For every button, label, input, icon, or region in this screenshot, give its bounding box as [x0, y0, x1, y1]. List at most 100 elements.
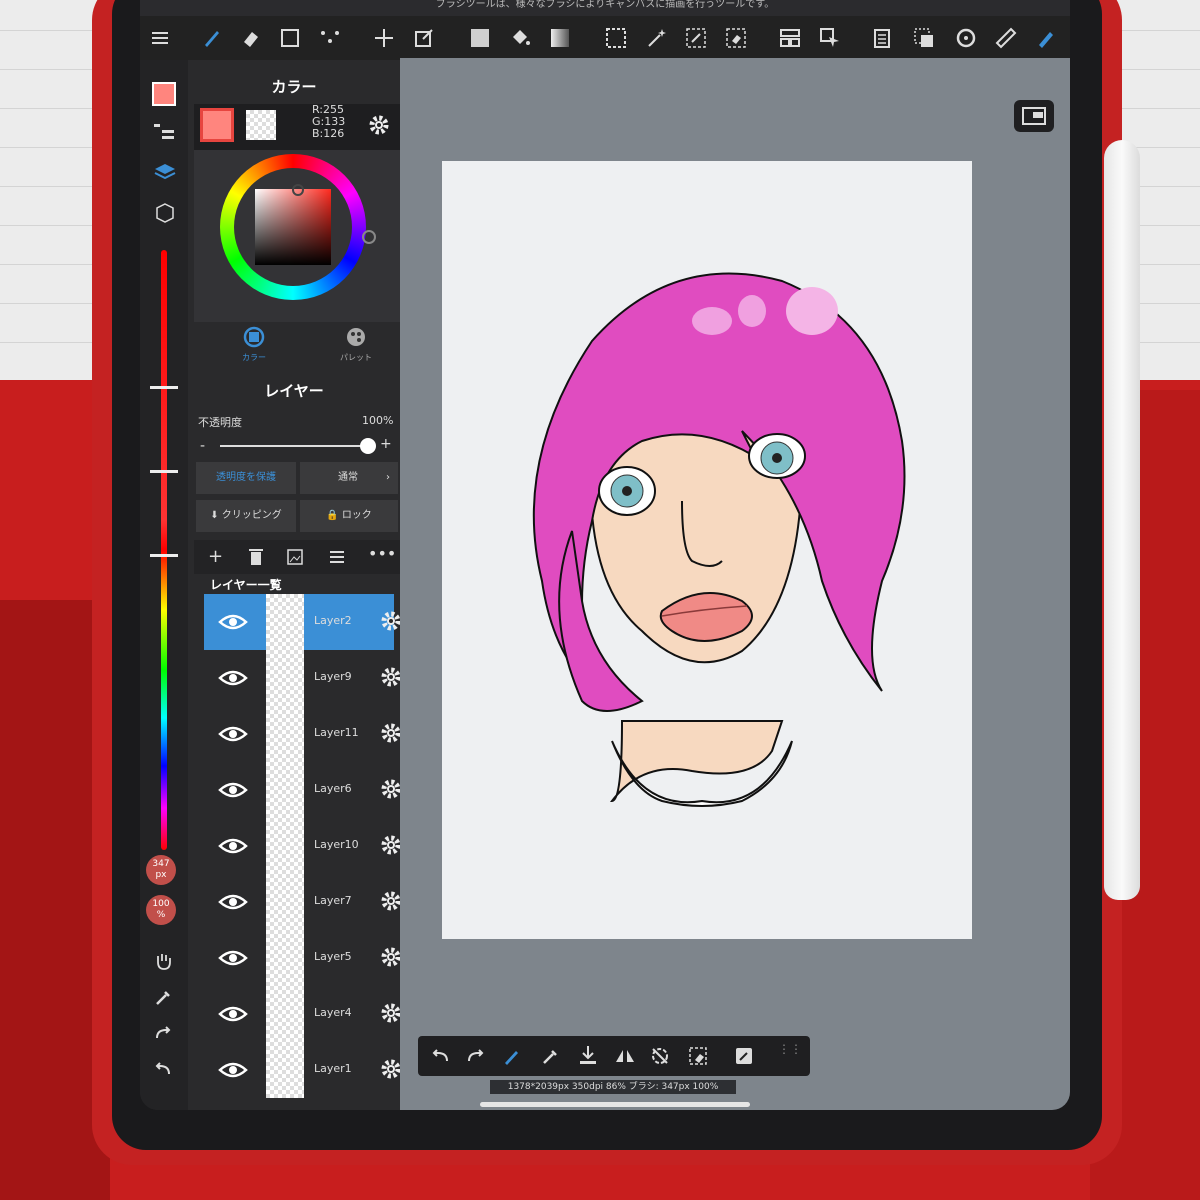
layer-row[interactable]: Layer2: [204, 594, 401, 650]
brush-size-badge[interactable]: 347 px: [146, 855, 176, 885]
eye-icon[interactable]: [218, 666, 248, 690]
undo-icon[interactable]: [430, 1046, 450, 1070]
layer-row[interactable]: Layer5: [204, 930, 401, 986]
color-settings-gear-icon[interactable]: [366, 112, 392, 142]
move-icon[interactable]: [370, 24, 398, 52]
sv-picker[interactable]: [292, 184, 304, 196]
more-icon[interactable]: •••: [368, 544, 396, 563]
layer-name: Layer9: [314, 670, 352, 683]
layer-row[interactable]: Layer4: [204, 986, 401, 1042]
list-icon[interactable]: [328, 548, 346, 570]
layers-icon[interactable]: [154, 162, 176, 186]
snap-icon[interactable]: [910, 24, 938, 52]
eye-icon[interactable]: [218, 722, 248, 746]
opacity-slider[interactable]: [220, 445, 366, 447]
layer-row[interactable]: Layer10: [204, 818, 401, 874]
layer-settings-gear-icon[interactable]: [380, 666, 402, 688]
add-layer-icon[interactable]: +: [208, 546, 223, 567]
rect-select-icon[interactable]: [276, 24, 304, 52]
eyedropper-icon[interactable]: [154, 988, 172, 1010]
drawing-paper[interactable]: [442, 161, 972, 939]
layout-icon[interactable]: [776, 24, 804, 52]
lock-button[interactable]: 🔒 ロック: [300, 500, 398, 532]
color-panel-icon[interactable]: [152, 82, 176, 106]
slider-handle-top[interactable]: [150, 386, 178, 389]
layer-row[interactable]: Layer1: [204, 1042, 401, 1098]
redo-icon[interactable]: [154, 1024, 172, 1046]
layer-row[interactable]: Layer11: [204, 706, 401, 762]
layer-settings-gear-icon[interactable]: [380, 890, 402, 912]
rotate-reset-icon[interactable]: [650, 1046, 670, 1070]
layer-settings-gear-icon[interactable]: [380, 946, 402, 968]
layer-settings-gear-icon[interactable]: [380, 778, 402, 800]
fullscreen-toggle-icon[interactable]: [1014, 100, 1054, 132]
clear-icon[interactable]: [688, 1046, 708, 1070]
layer-settings-gear-icon[interactable]: [380, 610, 402, 632]
layer-settings-gear-icon[interactable]: [380, 1002, 402, 1024]
layer-settings-gear-icon[interactable]: [380, 722, 402, 744]
eraser-icon[interactable]: [236, 24, 264, 52]
image-layer-icon[interactable]: [286, 548, 304, 570]
opacity-minus-button[interactable]: -: [200, 438, 205, 454]
menu-icon[interactable]: [146, 24, 174, 52]
layer-row[interactable]: Layer9: [204, 650, 401, 706]
layer-row[interactable]: Layer7: [204, 874, 401, 930]
dot-icon[interactable]: [316, 24, 344, 52]
edit-icon[interactable]: [734, 1046, 754, 1070]
material-cube-icon[interactable]: [154, 202, 176, 228]
fill-color-icon[interactable]: [466, 24, 494, 52]
selection-icon[interactable]: [602, 24, 630, 52]
layer-thumbnail: [266, 1042, 304, 1098]
grip-icon[interactable]: ⋮⋮: [778, 1043, 802, 1055]
eye-icon[interactable]: [218, 834, 248, 858]
slider-handle-mid[interactable]: [150, 470, 178, 473]
canvas-area[interactable]: [400, 58, 1070, 1110]
home-indicator[interactable]: [480, 1102, 750, 1107]
sv-square[interactable]: [255, 189, 331, 265]
eye-icon[interactable]: [218, 1002, 248, 1026]
eye-icon[interactable]: [218, 778, 248, 802]
material-icon[interactable]: [868, 24, 896, 52]
brush-icon[interactable]: [198, 24, 226, 52]
bucket-icon[interactable]: [506, 24, 534, 52]
undo-icon[interactable]: [154, 1060, 172, 1082]
opacity-slider-thumb[interactable]: [360, 438, 376, 454]
flip-icon[interactable]: [614, 1046, 636, 1070]
clipping-button[interactable]: ⬇ クリッピング: [196, 500, 296, 532]
download-icon[interactable]: [578, 1044, 598, 1070]
pointer-icon[interactable]: [816, 24, 844, 52]
transform-icon[interactable]: [410, 24, 438, 52]
opacity-plus-button[interactable]: +: [380, 436, 392, 452]
trash-icon[interactable]: [248, 548, 264, 570]
eyedropper-quick-icon[interactable]: [540, 1046, 560, 1070]
protect-alpha-button[interactable]: 透明度を保護: [196, 462, 296, 494]
rotate-icon[interactable]: [952, 24, 980, 52]
layer-row[interactable]: Layer6: [204, 762, 401, 818]
main-color-swatch[interactable]: [200, 108, 234, 142]
eye-icon[interactable]: [218, 1058, 248, 1082]
eye-icon[interactable]: [218, 610, 248, 634]
sub-color-swatch[interactable]: [246, 110, 276, 140]
hand-icon[interactable]: [154, 952, 172, 974]
gradient-icon[interactable]: [546, 24, 574, 52]
layer-list-icon[interactable]: [154, 124, 174, 144]
pen-icon[interactable]: [1032, 24, 1060, 52]
magic-wand-icon[interactable]: [642, 24, 670, 52]
slider-handle-bottom[interactable]: [150, 554, 178, 557]
layer-settings-gear-icon[interactable]: [380, 834, 402, 856]
brush-size-slider[interactable]: [161, 250, 167, 850]
blend-mode-button[interactable]: 通常 ›: [300, 462, 398, 494]
brush-quick-icon[interactable]: [502, 1046, 522, 1070]
redo-icon[interactable]: [466, 1046, 486, 1070]
eye-icon[interactable]: [218, 946, 248, 970]
layer-name: Layer7: [314, 894, 352, 907]
eye-icon[interactable]: [218, 890, 248, 914]
select-pen-icon[interactable]: [682, 24, 710, 52]
tab-palette[interactable]: パレット: [334, 326, 378, 363]
layer-settings-gear-icon[interactable]: [380, 1058, 402, 1080]
hue-picker[interactable]: [362, 230, 376, 244]
ruler-icon[interactable]: [992, 24, 1020, 52]
brush-opacity-badge[interactable]: 100 %: [146, 895, 176, 925]
select-eraser-icon[interactable]: [722, 24, 750, 52]
tab-color[interactable]: カラー: [234, 326, 274, 363]
